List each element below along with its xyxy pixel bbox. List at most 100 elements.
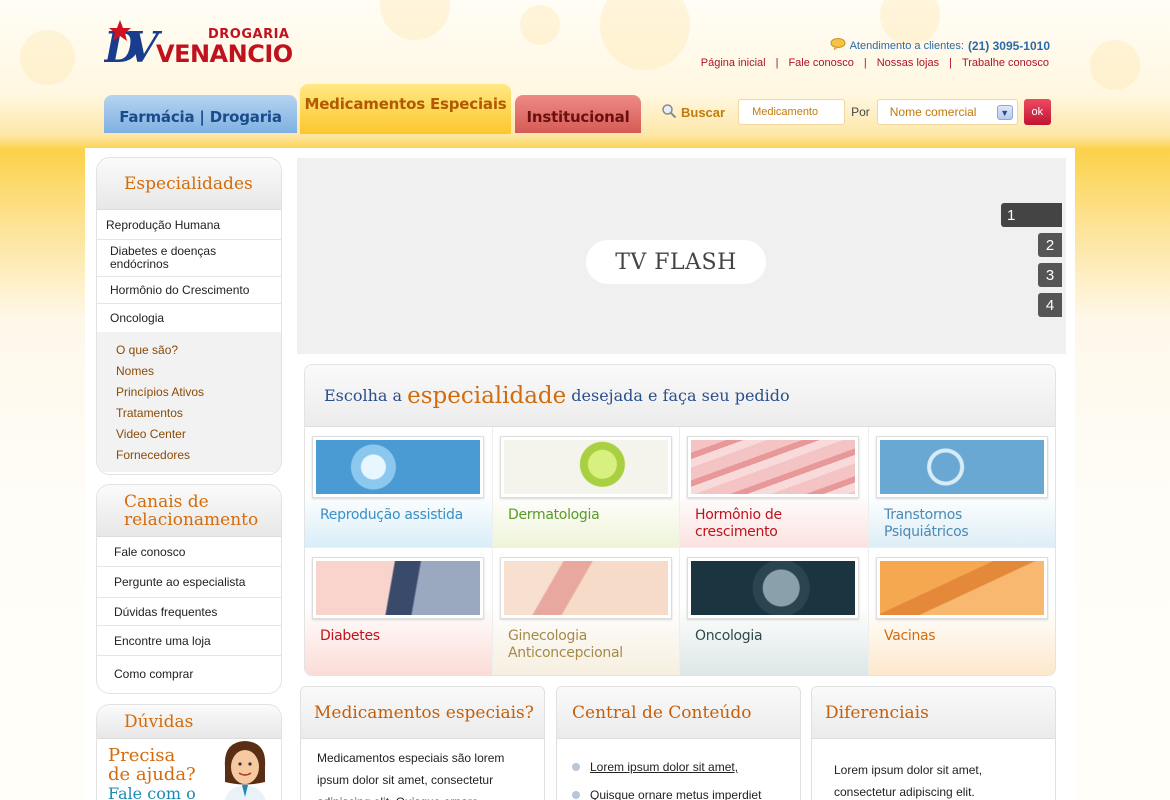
background-bubble xyxy=(20,30,75,85)
customer-service-label: Atendimento a clientes: xyxy=(849,39,964,52)
tab-medicamentos-especiais[interactable]: Medicamentos Especiais xyxy=(300,84,511,134)
specialties-sidebar: Especialidades Reprodução Humana Diabete… xyxy=(96,157,282,475)
assistant-avatar xyxy=(215,737,275,800)
sidebar-item-hormonio[interactable]: Hormônio do Crescimento xyxy=(97,277,281,304)
sidebar-item-como-comprar[interactable]: Como comprar xyxy=(97,656,281,692)
specialties-grid: Reprodução assistida Dermatologia Hormôn… xyxy=(305,427,1055,675)
search-type-select[interactable]: Nome comercial ▼ xyxy=(876,99,1018,125)
link-stores[interactable]: Nossas lojas xyxy=(877,57,939,69)
specialty-image xyxy=(500,436,672,498)
sidebar-item-fale-conosco[interactable]: Fale conosco xyxy=(97,537,281,567)
medicamentos-text: Medicamentos especiais são lorem ipsum d… xyxy=(317,751,505,800)
specialty-card-diabetes[interactable]: Diabetes xyxy=(305,548,493,675)
subnav-item-video-center[interactable]: Video Center xyxy=(116,424,281,445)
slide-button-2[interactable]: 2 xyxy=(1038,233,1062,257)
help-sidebar: Dúvidas Precisa de ajuda? Fale com o xyxy=(96,704,282,800)
sidebar-item-reproducao[interactable]: Reprodução Humana xyxy=(97,210,281,240)
separator: | xyxy=(863,57,867,69)
specialty-image xyxy=(312,557,484,619)
speech-bubble-icon xyxy=(830,38,846,53)
help-promo-line1: Precisa xyxy=(108,745,176,766)
bullet-icon xyxy=(572,763,580,771)
specialties-panel-title: Escolha a especialidade desejada e faça … xyxy=(305,365,1055,427)
list-item[interactable]: Quisque ornare metus imperdiet xyxy=(572,781,800,800)
slide-button-3[interactable]: 3 xyxy=(1038,263,1062,287)
tab-institucional[interactable]: Institucional xyxy=(515,95,641,133)
customer-service-phone: (21) 3095-1010 xyxy=(967,38,1050,53)
specialty-card-oncologia[interactable]: Oncologia xyxy=(680,548,869,675)
separator: | xyxy=(949,57,952,69)
subnav-item-nomes[interactable]: Nomes xyxy=(116,361,281,382)
specialty-card-ginecologia[interactable]: Ginecologia Anticoncepcional xyxy=(493,548,680,675)
help-promo[interactable]: Precisa de ajuda? Fale com o xyxy=(97,739,281,800)
customer-service: Atendimento a clientes: (21) 3095-1010 xyxy=(830,38,1050,53)
specialty-name: Ginecologia Anticoncepcional xyxy=(508,628,623,661)
logo-venancio: VENANCIO xyxy=(156,40,293,68)
specialty-image xyxy=(500,557,672,619)
sidebar-item-pergunte[interactable]: Pergunte ao especialista xyxy=(97,567,281,598)
specialty-card-vacinas[interactable]: Vacinas xyxy=(869,548,1055,675)
bullet-icon xyxy=(572,791,580,799)
help-heading: Dúvidas xyxy=(97,705,281,739)
specialty-name: Dermatologia xyxy=(508,507,600,523)
sidebar-item-duvidas-frequentes[interactable]: Dúvidas frequentes xyxy=(97,598,281,626)
background-bubble xyxy=(520,5,560,45)
tv-flash-label: TV FLASH xyxy=(586,240,766,284)
subnav-item-principios[interactable]: Princípios Ativos xyxy=(116,382,281,403)
search-label: Buscar xyxy=(681,104,726,120)
search-submit-button[interactable]: ok xyxy=(1023,99,1051,125)
subnav-item-tratamentos[interactable]: Tratamentos xyxy=(116,403,281,424)
specialty-image xyxy=(687,436,859,498)
sidebar-item-diabetes[interactable]: Diabetes e doenças endócrinos xyxy=(97,240,281,277)
specialty-card-transtornos[interactable]: Transtornos Psiquiátricos xyxy=(869,427,1055,548)
slide-button-1[interactable]: 1 xyxy=(1001,203,1062,227)
link-home[interactable]: Página inicial xyxy=(701,57,766,69)
diferenciais-heading: Diferenciais xyxy=(812,687,1055,739)
specialty-image xyxy=(876,436,1048,498)
tab-farmacia-drogaria[interactable]: Farmácia | Drogaria xyxy=(104,95,297,133)
magnifier-icon xyxy=(661,103,677,122)
background-bubble xyxy=(1090,40,1140,90)
specialty-image xyxy=(687,557,859,619)
specialty-name: Reprodução assistida xyxy=(320,507,463,523)
channels-heading: Canais de relacionamento xyxy=(97,485,281,537)
specialty-image xyxy=(876,557,1048,619)
subnav-item-o-que-sao[interactable]: O que são? xyxy=(116,340,281,361)
diferenciais-text: Lorem ipsum dolor sit amet, consectetur … xyxy=(834,763,983,799)
list-item[interactable]: Lorem ipsum dolor sit amet, xyxy=(572,753,800,781)
specialty-card-reproducao[interactable]: Reprodução assistida xyxy=(305,427,493,548)
specialty-name: Diabetes xyxy=(320,628,380,644)
background-bubble xyxy=(600,0,690,70)
link-contact[interactable]: Fale conosco xyxy=(788,57,853,69)
relationship-channels-sidebar: Canais de relacionamento Fale conosco Pe… xyxy=(96,484,282,694)
search-by-label: Por xyxy=(851,105,870,119)
oncologia-subnav: O que são? Nomes Princípios Ativos Trata… xyxy=(97,332,281,472)
specialty-card-dermatologia[interactable]: Dermatologia xyxy=(493,427,680,548)
specialty-name: Vacinas xyxy=(884,628,936,644)
central-conteudo-box: Central de Conteúdo Lorem ipsum dolor si… xyxy=(556,686,801,800)
sidebar-item-encontre-loja[interactable]: Encontre uma loja xyxy=(97,626,281,656)
title-post: desejada e faça seu pedido xyxy=(571,386,790,405)
channels-list: Fale conosco Pergunte ao especialista Dú… xyxy=(97,537,281,692)
specialties-panel: Escolha a especialidade desejada e faça … xyxy=(304,364,1056,676)
help-promo-line2: de ajuda? xyxy=(108,764,196,785)
sidebar-item-oncologia[interactable]: Oncologia xyxy=(97,304,281,332)
tv-flash-banner[interactable]: TV FLASH 1 2 3 4 xyxy=(297,158,1066,354)
slide-selector: 1 2 3 4 xyxy=(1001,203,1062,317)
chevron-down-icon[interactable]: ▼ xyxy=(996,105,1013,120)
main-container: Especialidades Reprodução Humana Diabete… xyxy=(85,148,1075,800)
central-conteudo-list: Lorem ipsum dolor sit amet, Quisque orna… xyxy=(557,739,800,800)
background-bubble xyxy=(380,0,450,40)
slide-button-4[interactable]: 4 xyxy=(1038,293,1062,317)
specialties-heading: Especialidades xyxy=(97,158,281,210)
search-type-value: Nome comercial xyxy=(889,105,977,119)
subnav-item-fornecedores[interactable]: Fornecedores xyxy=(116,445,281,466)
help-promo-line3: Fale com o xyxy=(108,784,196,800)
logo[interactable]: D V DROGARIA VENANCIO xyxy=(103,18,293,72)
specialty-card-hormonio[interactable]: Hormônio de crescimento xyxy=(680,427,869,548)
search-bar: Buscar Medicamento Por Nome comercial ▼ … xyxy=(661,99,1051,125)
search-input[interactable]: Medicamento xyxy=(738,99,846,125)
specialty-name: Hormônio de crescimento xyxy=(695,507,782,540)
specialty-image xyxy=(312,436,484,498)
link-careers[interactable]: Trabalhe conosco xyxy=(962,57,1049,69)
